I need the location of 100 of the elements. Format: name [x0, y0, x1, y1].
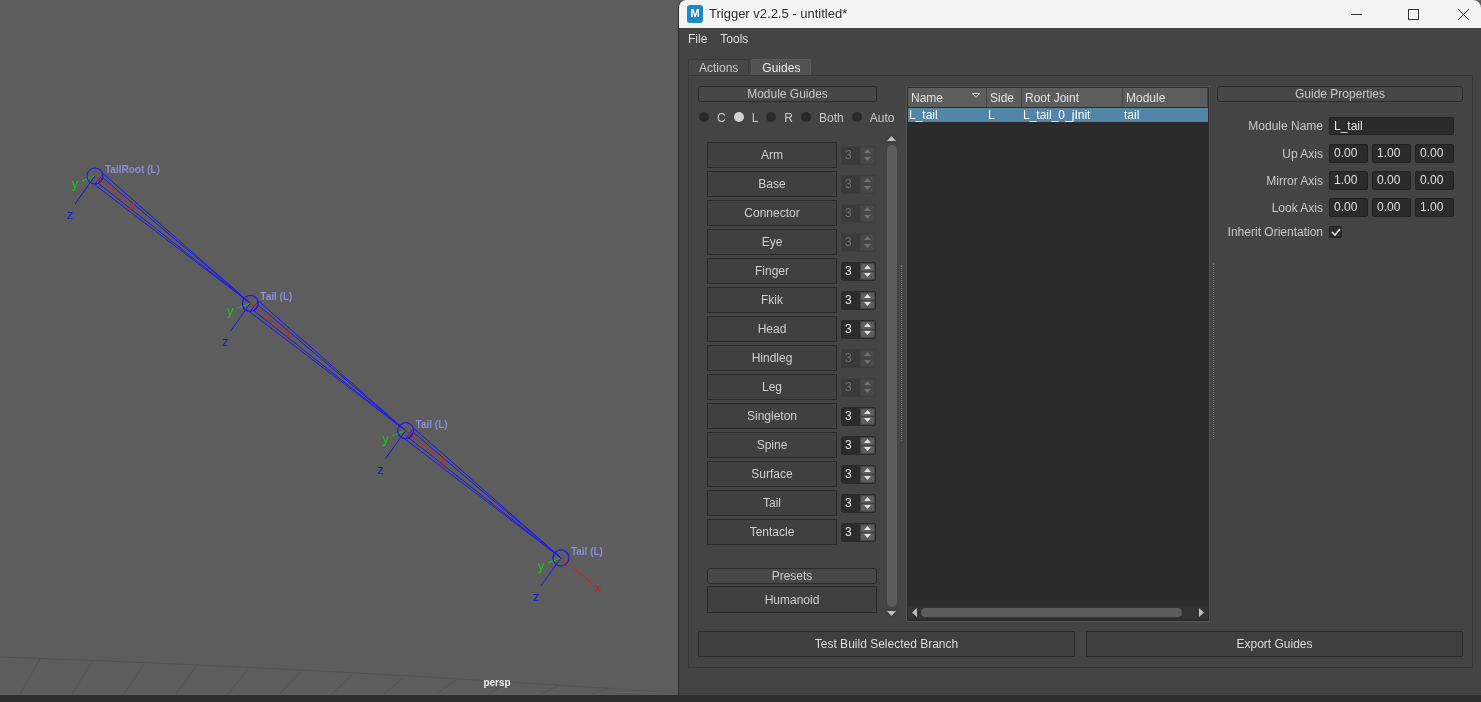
- tab[interactable]: Guides: [751, 59, 812, 75]
- table-cell-text: L_tail: [908, 108, 939, 122]
- count-spinbox[interactable]: 3: [841, 290, 876, 310]
- down-arrow-icon: [864, 476, 871, 480]
- module-button[interactable]: Spine: [707, 432, 837, 458]
- module-button[interactable]: Finger: [707, 258, 837, 284]
- joint-marker[interactable]: [86, 167, 104, 185]
- decrement-button[interactable]: [861, 271, 874, 279]
- column-header[interactable]: Module: [1123, 88, 1208, 107]
- table-row[interactable]: L_tail L L_tail_0_jInit tail: [908, 108, 1208, 122]
- maximize-icon[interactable]: [1408, 8, 1419, 20]
- axis-value-field[interactable]: 0.00: [1329, 198, 1368, 217]
- module-button[interactable]: Connector: [707, 200, 837, 226]
- decrement-button[interactable]: [861, 416, 874, 424]
- module-button[interactable]: Hindleg: [707, 345, 837, 371]
- increment-button[interactable]: [861, 263, 874, 271]
- count-field[interactable]: 3: [842, 494, 860, 512]
- close-icon[interactable]: [1458, 8, 1469, 20]
- count-spinbox[interactable]: 3: [841, 319, 876, 339]
- axis-value-field[interactable]: 0.00: [1415, 144, 1454, 163]
- axis-value-field[interactable]: 0.00: [1415, 171, 1454, 190]
- table-cell-text: L: [987, 108, 996, 122]
- axis-gizmo: [74, 175, 127, 205]
- action-button[interactable]: Test Build Selected Branch: [698, 631, 1075, 657]
- count-spinbox[interactable]: 3: [841, 522, 876, 542]
- column-header[interactable]: Name: [908, 88, 987, 107]
- radio-option[interactable]: R: [766, 109, 794, 125]
- increment-button[interactable]: [861, 292, 874, 300]
- joint-marker[interactable]: [241, 294, 259, 312]
- axis-value-field[interactable]: 0.00: [1329, 144, 1368, 163]
- module-button[interactable]: Head: [707, 316, 837, 342]
- column-header[interactable]: Root Joint: [1022, 88, 1123, 107]
- axis-value-field[interactable]: 0.00: [1372, 171, 1411, 190]
- count-field[interactable]: 3: [842, 523, 860, 541]
- checkbox[interactable]: [1329, 226, 1342, 238]
- scroll-right-icon[interactable]: [1199, 608, 1204, 617]
- decrement-button[interactable]: [861, 445, 874, 453]
- decrement-button[interactable]: [861, 329, 874, 337]
- horizontal-scrollbar[interactable]: [908, 606, 1208, 619]
- module-button[interactable]: Arm: [707, 142, 837, 168]
- count-spinbox[interactable]: 3: [841, 493, 876, 513]
- axis-value-field[interactable]: 1.00: [1329, 171, 1368, 190]
- count-field[interactable]: 3: [842, 262, 860, 280]
- radio-option[interactable]: L: [733, 109, 759, 125]
- up-arrow-icon: [864, 265, 871, 269]
- increment-button[interactable]: [861, 321, 874, 329]
- count-spinbox[interactable]: 3: [841, 406, 876, 426]
- module-button[interactable]: Eye: [707, 229, 837, 255]
- count-spinbox[interactable]: 3: [841, 435, 876, 455]
- scroll-down-icon[interactable]: [887, 611, 896, 616]
- radio-option[interactable]: C: [699, 109, 726, 125]
- decrement-button[interactable]: [861, 532, 874, 540]
- joint-marker[interactable]: [552, 549, 570, 567]
- action-button[interactable]: Export Guides: [1086, 631, 1463, 657]
- count-field[interactable]: 3: [842, 407, 860, 425]
- count-spinbox[interactable]: 3: [841, 464, 876, 484]
- scroll-up-icon[interactable]: [887, 136, 896, 141]
- tab[interactable]: Actions: [688, 59, 750, 75]
- module-button[interactable]: Surface: [707, 461, 837, 487]
- axis-label: x: [594, 580, 602, 596]
- preset-button[interactable]: Humanoid: [707, 586, 877, 613]
- up-arrow-icon: [864, 439, 871, 443]
- increment-button[interactable]: [861, 437, 874, 445]
- count-field[interactable]: 3: [842, 291, 860, 309]
- decrement-button[interactable]: [861, 503, 874, 511]
- scroll-thumb[interactable]: [921, 608, 1182, 617]
- radio-option[interactable]: Both: [801, 109, 844, 125]
- module-button[interactable]: Tail: [707, 490, 837, 516]
- module-button[interactable]: Singleton: [707, 403, 837, 429]
- count-field[interactable]: 3: [842, 436, 860, 454]
- count-field[interactable]: 3: [842, 320, 860, 338]
- menu-item[interactable]: Tools: [720, 30, 749, 48]
- axis-value-field[interactable]: 1.00: [1415, 198, 1454, 217]
- joint-label: Tail (L): [260, 291, 293, 303]
- scroll-left-icon[interactable]: [912, 608, 917, 617]
- module-button[interactable]: Tentacle: [707, 519, 837, 545]
- down-arrow-icon: [864, 447, 871, 451]
- increment-button[interactable]: [861, 466, 874, 474]
- decrement-button[interactable]: [861, 300, 874, 308]
- axis-label: y: [537, 557, 545, 573]
- decrement-button[interactable]: [861, 474, 874, 482]
- axis-value-field[interactable]: 1.00: [1372, 144, 1411, 163]
- count-spinbox[interactable]: 3: [841, 261, 876, 281]
- joint-marker[interactable]: [397, 422, 415, 440]
- down-arrow-icon: [864, 186, 871, 190]
- increment-button[interactable]: [861, 408, 874, 416]
- increment-button[interactable]: [861, 524, 874, 532]
- axis-value-field[interactable]: 0.00: [1372, 198, 1411, 217]
- app-logo: M: [687, 5, 703, 23]
- count-field[interactable]: 3: [842, 465, 860, 483]
- joint-label: Tail (L): [415, 418, 448, 430]
- module-button[interactable]: Fkik: [707, 287, 837, 313]
- column-header[interactable]: Side: [987, 88, 1022, 107]
- radio-option[interactable]: Auto: [851, 109, 895, 125]
- module-name-field[interactable]: L_tail: [1329, 117, 1454, 135]
- module-button[interactable]: Base: [707, 171, 837, 197]
- module-button[interactable]: Leg: [707, 374, 837, 400]
- minimize-icon[interactable]: [1351, 13, 1362, 15]
- increment-button[interactable]: [861, 495, 874, 503]
- menu-item[interactable]: File: [688, 30, 708, 48]
